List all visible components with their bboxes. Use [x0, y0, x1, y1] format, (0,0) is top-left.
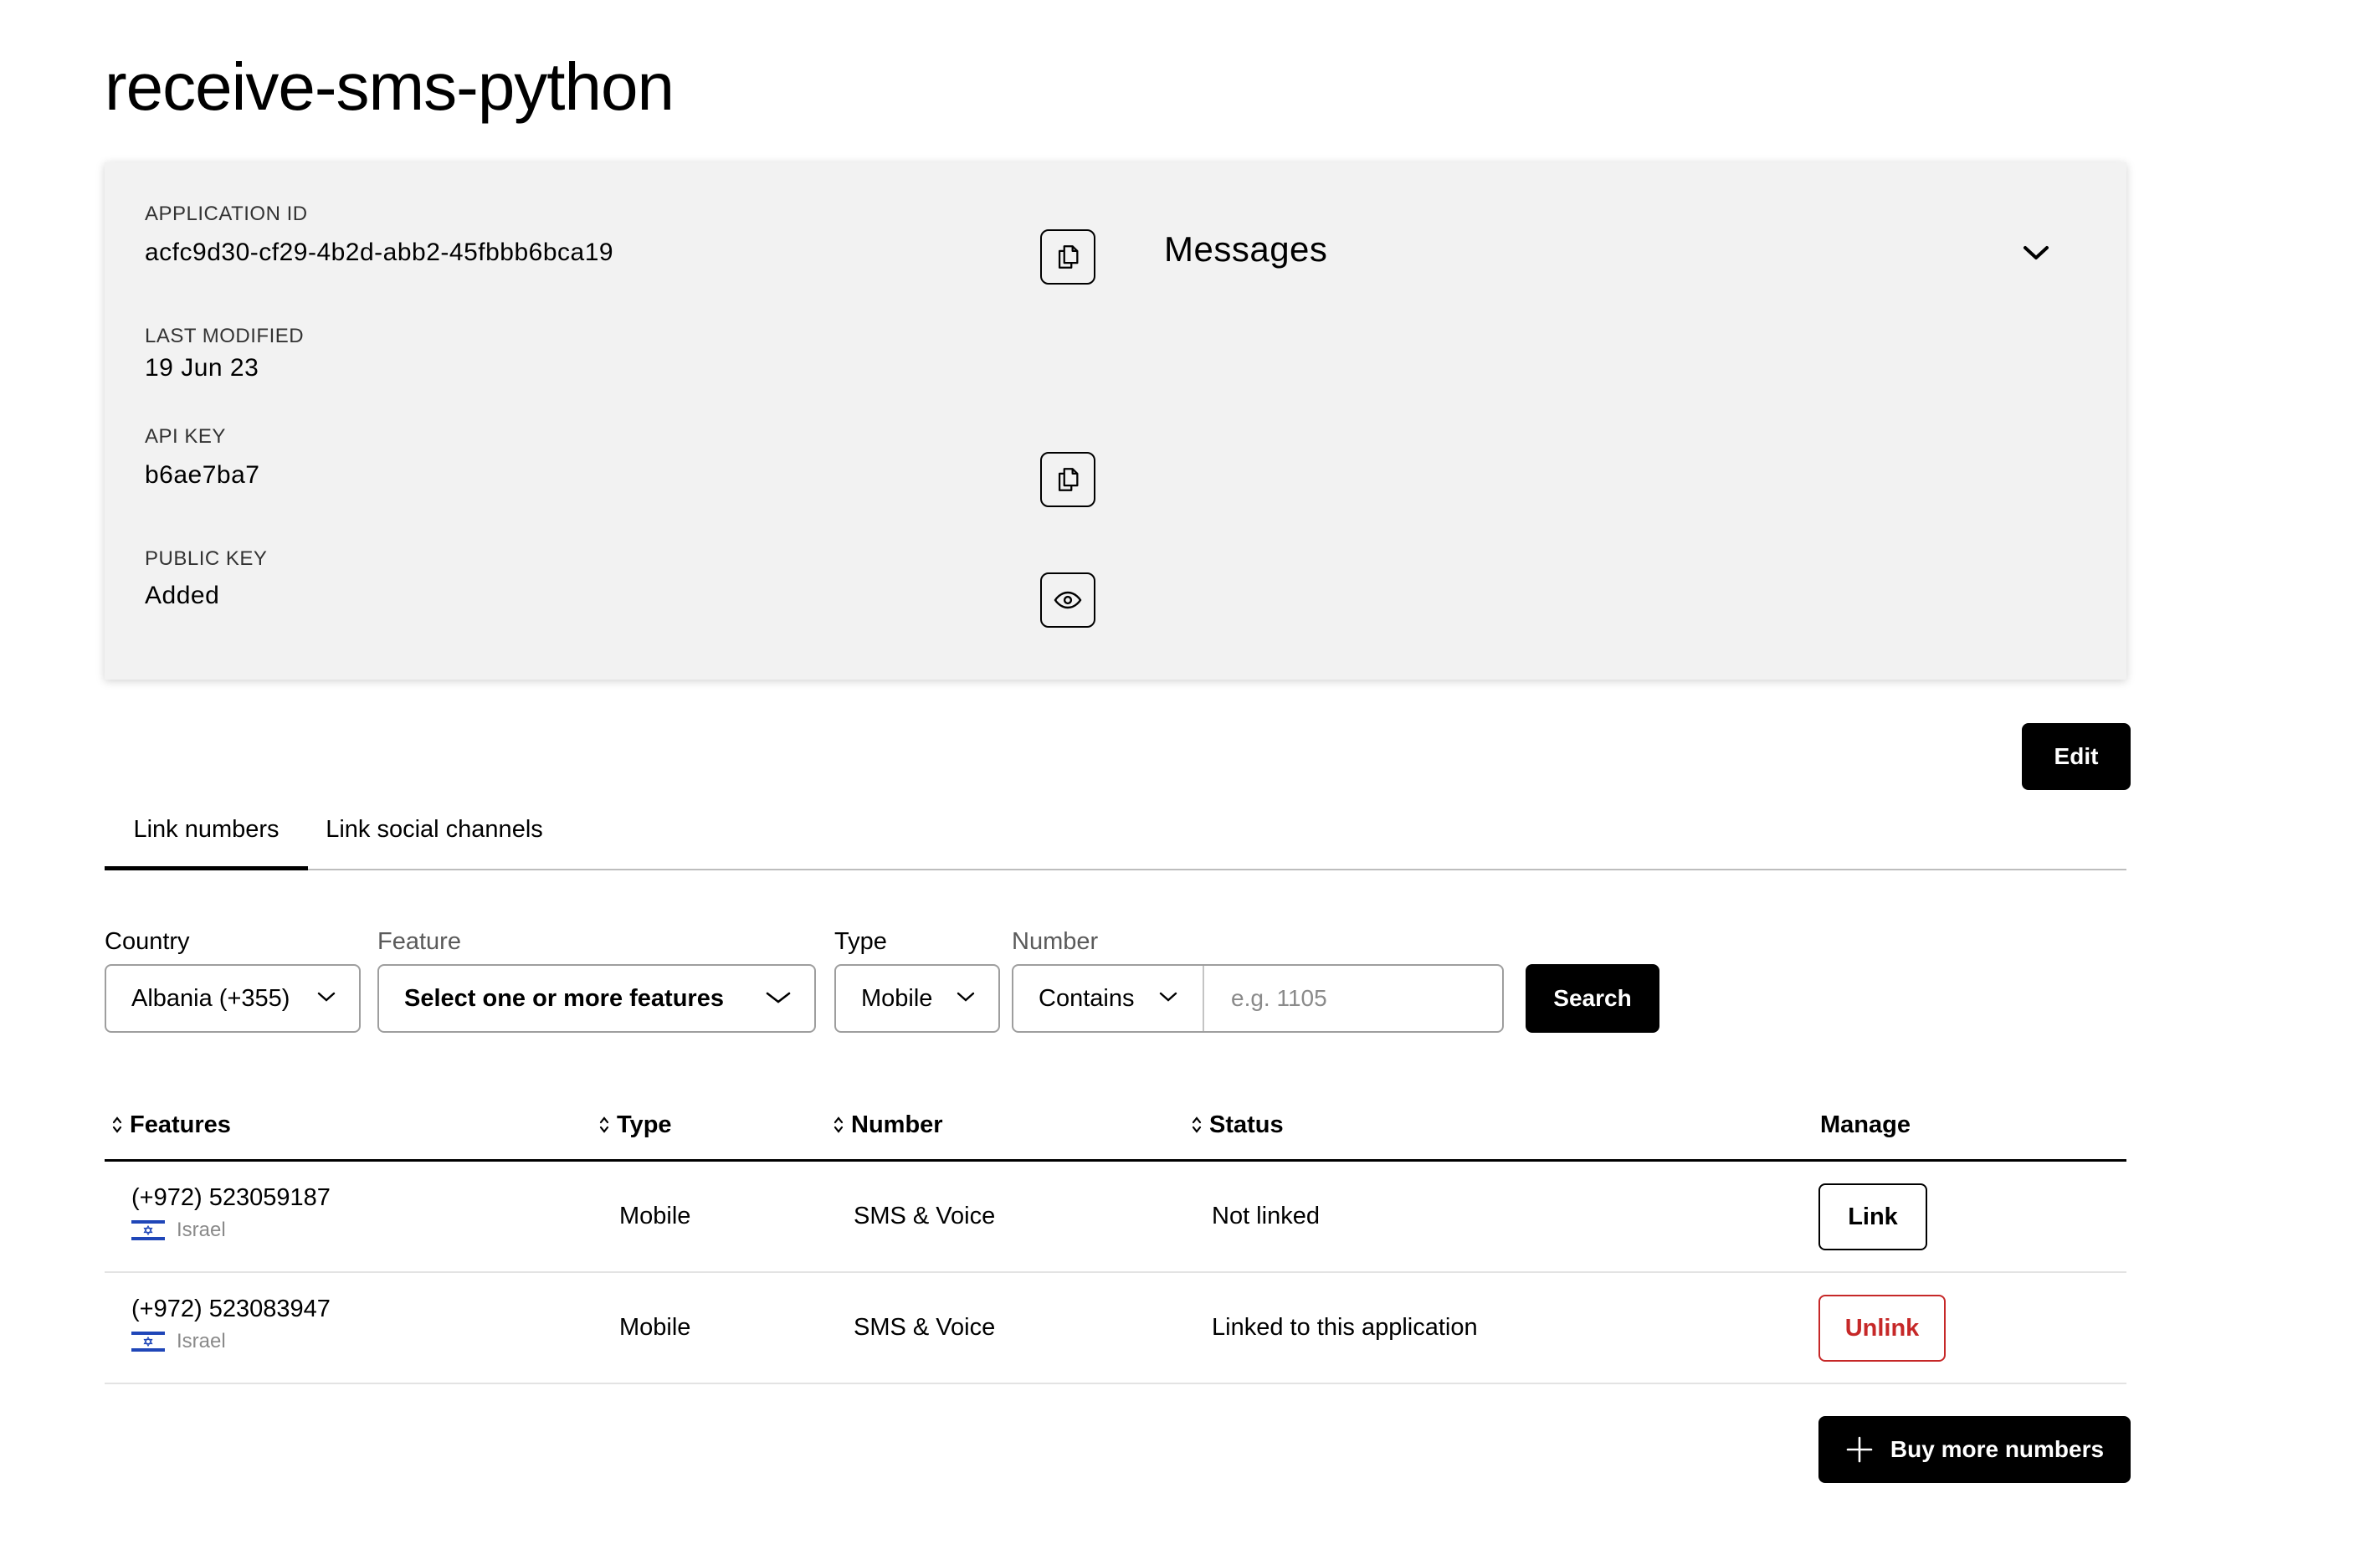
last-modified-label: LAST MODIFIED — [145, 325, 305, 347]
country-info: Israel — [131, 1330, 226, 1353]
public-key-value: Added — [145, 582, 220, 609]
number-search-input[interactable] — [1206, 966, 1500, 1031]
number-match-select[interactable]: Contains — [1013, 966, 1204, 1031]
number-filter-group: Contains — [1012, 964, 1504, 1033]
chevron-down-icon — [1159, 992, 1177, 1002]
row-number-features: SMS & Voice — [854, 1314, 996, 1341]
copy-application-id-button[interactable] — [1040, 229, 1095, 285]
type-filter-label: Type — [834, 928, 887, 955]
application-page: receive-sms-python APPLICATION ID acfc9d… — [0, 0, 2380, 1555]
column-number[interactable]: Number — [833, 1110, 943, 1140]
sort-icon — [112, 1116, 122, 1133]
public-key-label: PUBLIC KEY — [145, 547, 268, 570]
buy-more-numbers-label: Buy more numbers — [1890, 1436, 2105, 1462]
chevron-down-icon — [957, 992, 975, 1002]
column-manage: Manage — [1820, 1110, 1911, 1140]
chevron-down-icon — [2024, 246, 2049, 259]
country-select[interactable]: Albania (+355) — [105, 964, 361, 1033]
chevron-down-icon — [766, 992, 791, 1003]
messages-capability-title: Messages — [1164, 229, 1328, 269]
row-type: Mobile — [619, 1314, 691, 1341]
column-type-label: Type — [617, 1111, 672, 1138]
eye-icon — [1054, 591, 1082, 609]
column-features[interactable]: Features — [111, 1110, 231, 1140]
messages-expand-toggle[interactable] — [2018, 236, 2054, 269]
israel-flag-icon — [131, 1219, 165, 1242]
link-button[interactable]: Link — [1818, 1183, 1927, 1250]
tab-link-social-channels[interactable]: Link social channels — [321, 800, 547, 870]
link-tabs: Link numbers Link social channels — [105, 800, 2126, 870]
country-name: Israel — [177, 1219, 226, 1241]
api-key-label: API KEY — [145, 425, 226, 448]
row-status: Not linked — [1212, 1203, 1320, 1229]
copy-icon — [1058, 245, 1079, 269]
copy-icon — [1058, 468, 1079, 491]
page-title: receive-sms-python — [105, 49, 675, 124]
column-type[interactable]: Type — [598, 1110, 672, 1140]
buy-more-numbers-button[interactable]: Buy more numbers — [1818, 1416, 2131, 1483]
feature-select[interactable]: Select one or more features — [377, 964, 816, 1033]
feature-select-value: Select one or more features — [404, 984, 724, 1012]
column-manage-label: Manage — [1820, 1111, 1911, 1138]
application-info-card: APPLICATION ID acfc9d30-cf29-4b2d-abb2-4… — [105, 162, 2126, 680]
sort-icon — [599, 1116, 609, 1133]
country-info: Israel — [131, 1219, 226, 1242]
israel-flag-icon — [131, 1330, 165, 1353]
column-status[interactable]: Status — [1191, 1110, 1284, 1140]
type-select[interactable]: Mobile — [834, 964, 1000, 1033]
search-button[interactable]: Search — [1526, 964, 1659, 1033]
table-row: (+972) 523083947 Israel Mobile SMS & Voi… — [105, 1273, 2126, 1384]
plus-icon — [1846, 1436, 1873, 1463]
column-features-label: Features — [130, 1111, 231, 1138]
phone-number: (+972) 523083947 — [131, 1296, 331, 1322]
column-number-label: Number — [851, 1111, 943, 1138]
tab-link-numbers[interactable]: Link numbers — [105, 800, 308, 870]
api-key-value: b6ae7ba7 — [145, 461, 260, 489]
edit-button[interactable]: Edit — [2022, 723, 2131, 790]
row-status: Linked to this application — [1212, 1314, 1478, 1341]
number-match-value: Contains — [1039, 984, 1135, 1012]
numbers-table-header: Features Type Number Status Manage — [105, 1098, 2126, 1162]
last-modified-value: 19 Jun 23 — [145, 354, 259, 382]
sort-icon — [834, 1116, 844, 1133]
chevron-down-icon — [317, 992, 336, 1002]
number-filter-label: Number — [1012, 928, 1099, 955]
application-id-label: APPLICATION ID — [145, 203, 308, 225]
column-status-label: Status — [1209, 1111, 1284, 1138]
sort-icon — [1192, 1116, 1202, 1133]
table-row: (+972) 523059187 Israel Mobile SMS & Voi… — [105, 1162, 2126, 1273]
application-id-value: acfc9d30-cf29-4b2d-abb2-45fbbb6bca19 — [145, 239, 614, 266]
phone-number: (+972) 523059187 — [131, 1184, 331, 1211]
country-name: Israel — [177, 1330, 226, 1352]
feature-filter-label: Feature — [377, 928, 461, 955]
row-number-features: SMS & Voice — [854, 1203, 996, 1229]
copy-api-key-button[interactable] — [1040, 452, 1095, 507]
row-type: Mobile — [619, 1203, 691, 1229]
view-public-key-button[interactable] — [1040, 572, 1095, 628]
unlink-button[interactable]: Unlink — [1818, 1295, 1946, 1362]
type-select-value: Mobile — [861, 984, 933, 1012]
country-filter-label: Country — [105, 928, 190, 955]
country-select-value: Albania (+355) — [131, 984, 290, 1012]
